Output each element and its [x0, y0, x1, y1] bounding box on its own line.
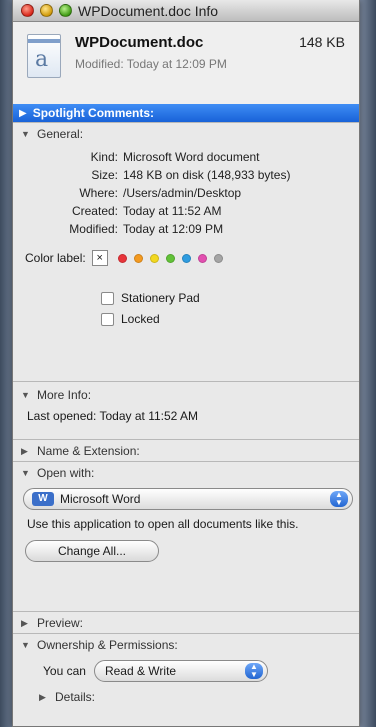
preview-header[interactable]: ▶ Preview:: [13, 612, 359, 634]
modified-row: Modified: Today at 12:09 PM: [13, 220, 359, 238]
window-title: WPDocument.doc Info: [78, 2, 219, 19]
window-controls: [13, 4, 72, 17]
spotlight-comments-label: Spotlight Comments:: [32, 106, 155, 120]
kind-label: Kind:: [90, 150, 118, 164]
size-row: Size: 148 KB on disk (148,933 bytes): [13, 166, 359, 184]
details-header[interactable]: ▶ Details:: [13, 686, 359, 708]
size-label: Size:: [91, 168, 118, 182]
general-header[interactable]: ▼ General:: [13, 123, 359, 145]
created-value: Today at 11:52 AM: [123, 204, 222, 218]
general-label: General:: [37, 127, 84, 141]
open-with-app-name: Microsoft Word: [60, 492, 141, 506]
permission-popup[interactable]: Read & Write ▲ ▼: [93, 660, 268, 682]
ownership-section: ▼ Ownership & Permissions: You can Read …: [13, 633, 359, 726]
file-header: a WPDocument.doc Modified: Today at 12:0…: [13, 22, 359, 104]
info-window: WPDocument.doc Info a WPDocument.doc Mod…: [12, 0, 360, 727]
name-extension-label: Name & Extension:: [37, 444, 140, 458]
ownership-header[interactable]: ▼ Ownership & Permissions:: [13, 634, 359, 656]
size-value: 148 KB on disk (148,933 bytes): [123, 168, 291, 182]
locked-label: Locked: [121, 312, 160, 326]
stationery-pad-label: Stationery Pad: [121, 291, 200, 305]
change-all-button[interactable]: Change All...: [25, 540, 159, 562]
open-with-header[interactable]: ▼ Open with:: [13, 462, 359, 484]
gray-label-swatch[interactable]: [213, 253, 223, 263]
preview-label: Preview:: [37, 616, 84, 630]
desktop-background-left: [0, 0, 12, 727]
disclosure-right-icon[interactable]: ▶: [39, 692, 49, 703]
disclosure-down-icon[interactable]: ▼: [21, 390, 31, 400]
file-modified: Modified: Today at 12:09 PM: [75, 57, 227, 71]
created-row: Created: Today at 11:52 AM: [13, 202, 359, 220]
purple-label-swatch[interactable]: [197, 253, 207, 263]
name-extension-header[interactable]: ▶ Name & Extension:: [13, 440, 359, 462]
blue-label-swatch[interactable]: [181, 253, 191, 263]
permission-value: Read & Write: [104, 664, 177, 678]
zoom-button[interactable]: [59, 4, 72, 17]
where-value: /Users/admin/Desktop: [123, 186, 242, 200]
spotlight-comments-header[interactable]: ▶ Spotlight Comments:: [13, 104, 359, 122]
disclosure-down-icon[interactable]: ▼: [21, 468, 31, 478]
yellow-label-swatch[interactable]: [149, 253, 159, 263]
green-label-swatch[interactable]: [165, 253, 175, 263]
word-document-icon: a: [27, 34, 61, 78]
disclosure-right-icon[interactable]: ▶: [19, 108, 27, 119]
disclosure-down-icon[interactable]: ▼: [21, 129, 31, 139]
close-button[interactable]: [21, 4, 34, 17]
popup-arrows-icon: ▲ ▼: [244, 663, 263, 679]
color-label-text: Color label:: [25, 251, 86, 265]
disclosure-down-icon[interactable]: ▼: [21, 640, 31, 650]
kind-value: Microsoft Word document: [123, 150, 260, 164]
locked-option[interactable]: Locked: [13, 309, 359, 330]
modified-label: Modified:: [69, 222, 118, 236]
last-opened: Last opened: Today at 11:52 AM: [27, 409, 199, 423]
general-section: ▼ General: Kind: Microsoft Word document …: [13, 122, 359, 381]
title-bar[interactable]: WPDocument.doc Info: [13, 0, 359, 22]
open-with-label: Open with:: [37, 466, 95, 480]
created-label: Created:: [71, 204, 118, 218]
more-info-section: ▼ More Info: Last opened: Today at 11:52…: [13, 381, 359, 439]
ownership-label: Ownership & Permissions:: [37, 638, 178, 652]
preview-section: ▶ Preview:: [13, 611, 359, 633]
red-label-swatch[interactable]: [117, 253, 127, 263]
modified-value: Today at 12:09 PM: [123, 222, 224, 236]
details-label: Details:: [55, 690, 96, 704]
name-extension-section: ▶ Name & Extension:: [13, 439, 359, 461]
kind-row: Kind: Microsoft Word document: [13, 148, 359, 166]
where-row: Where: /Users/admin/Desktop: [13, 184, 359, 202]
document-icon-letter: a: [35, 47, 49, 72]
file-size: 148 KB: [299, 34, 345, 50]
microsoft-word-icon: W: [32, 492, 54, 506]
open-with-description: Use this application to open all documen…: [27, 517, 299, 531]
you-can-label: You can: [43, 664, 86, 678]
more-info-header[interactable]: ▼ More Info:: [13, 384, 359, 406]
disclosure-right-icon[interactable]: ▶: [21, 618, 31, 629]
disclosure-right-icon[interactable]: ▶: [21, 446, 31, 457]
minimize-button[interactable]: [40, 4, 53, 17]
locked-checkbox[interactable]: [101, 313, 114, 326]
stationery-pad-checkbox[interactable]: [101, 292, 114, 305]
desktop-background-right: [360, 0, 376, 727]
open-with-app-popup[interactable]: W Microsoft Word ▲ ▼: [23, 488, 353, 510]
more-info-label: More Info:: [37, 388, 92, 402]
where-label: Where:: [79, 186, 118, 200]
no-color-label-button[interactable]: ×: [91, 250, 108, 266]
orange-label-swatch[interactable]: [133, 253, 143, 263]
stationery-pad-option[interactable]: Stationery Pad: [13, 288, 359, 309]
popup-arrows-icon: ▲ ▼: [330, 491, 348, 507]
color-label-row: Color label: ×: [13, 250, 359, 266]
open-with-section: ▼ Open with: W Microsoft Word ▲ ▼ Use thi…: [13, 461, 359, 611]
